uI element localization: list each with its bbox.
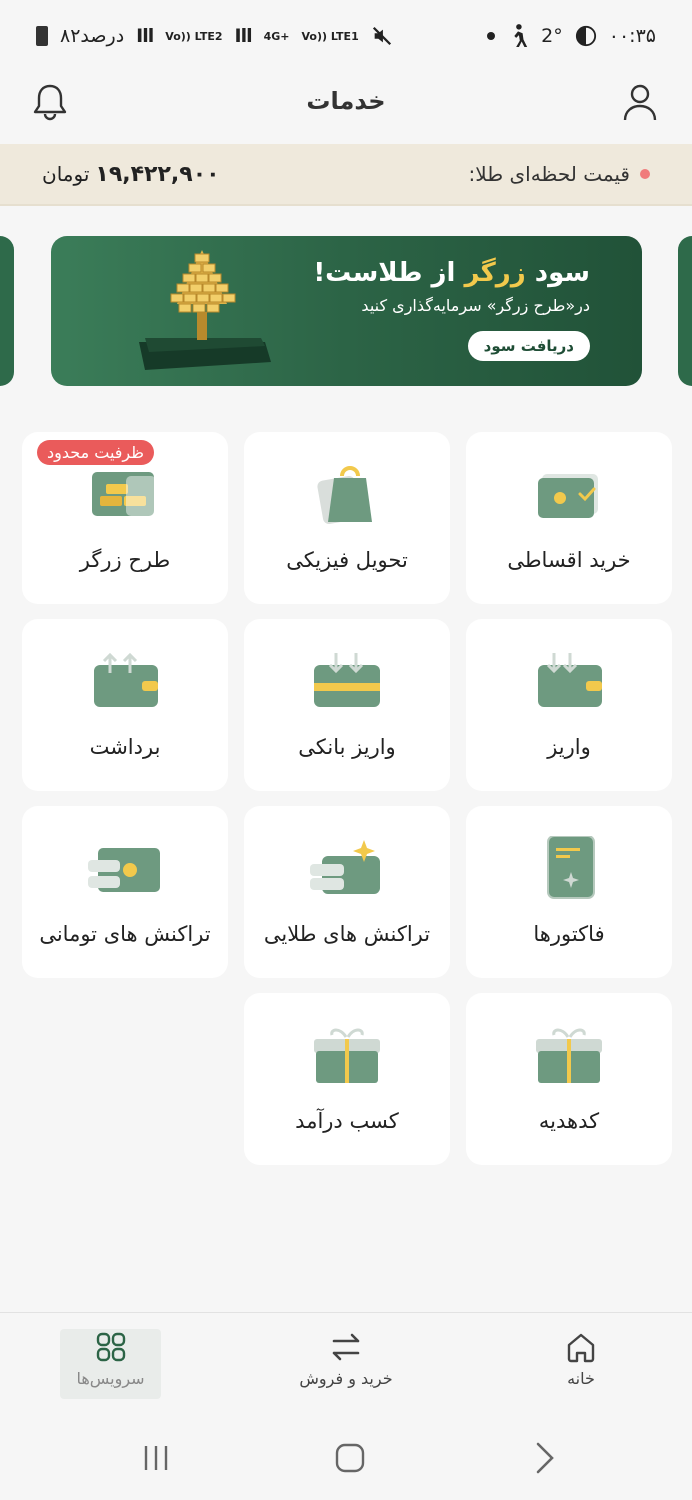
- service-label: کدهدیه: [538, 1109, 600, 1133]
- home-icon: [567, 1333, 595, 1363]
- grid-icon: [96, 1332, 125, 1362]
- service-toman-transactions[interactable]: تراکنش های تومانی: [22, 806, 228, 978]
- service-label: خرید اقساطی: [507, 548, 631, 572]
- banner-subtext: در«طرح زرگر» سرمایه‌گذاری کنید: [361, 296, 590, 315]
- installment-card-icon: [538, 474, 598, 518]
- service-withdraw[interactable]: برداشت: [22, 619, 228, 791]
- banner-prev-peek[interactable]: [0, 236, 14, 386]
- limited-capacity-badge: ظرفیت محدود: [37, 440, 154, 465]
- service-gold-transactions[interactable]: تراکنش های طلایی: [244, 806, 450, 978]
- shopping-bag-icon: [317, 466, 372, 525]
- bottom-navigation: خانه خرید و فروش سرویس‌ها: [0, 1312, 692, 1410]
- invoice-icon: [547, 836, 595, 899]
- toman-transactions-icon: [88, 848, 160, 892]
- service-label: برداشت: [89, 735, 161, 759]
- gold-price-unit: تومان: [42, 162, 90, 186]
- nav-services[interactable]: سرویس‌ها: [60, 1329, 161, 1399]
- clock: ۰۰:۳۵: [608, 25, 656, 47]
- service-label: تحویل فیزیکی: [286, 548, 408, 572]
- gold-price-value: ۱۹,۴۲۲,۹۰۰: [95, 161, 220, 187]
- promo-banner[interactable]: سود زرگر از طلاست! در«طرح زرگر» سرمایه‌گ…: [51, 236, 642, 386]
- signal-bars-icon: Ill: [136, 25, 154, 47]
- home-button-icon[interactable]: [330, 1440, 370, 1476]
- notification-dot-icon: [487, 32, 496, 40]
- live-indicator-icon: [640, 169, 650, 179]
- bank-card-deposit-icon: [314, 653, 380, 707]
- gold-price-label: قیمت لحظه‌ای طلا:: [468, 162, 630, 186]
- earn-income-icon: [314, 1028, 380, 1083]
- network-label: 4G+: [263, 29, 290, 43]
- gold-transactions-icon: [310, 840, 380, 894]
- weather-icon: [575, 25, 596, 47]
- walking-icon: [514, 24, 528, 47]
- service-label: تراکنش های تومانی: [39, 922, 211, 946]
- battery-icon: [36, 26, 48, 46]
- get-profit-button[interactable]: دریافت سود: [467, 331, 590, 361]
- service-physical-delivery[interactable]: تحویل فیزیکی: [244, 432, 450, 604]
- service-earn-income[interactable]: کسب درآمد: [244, 993, 450, 1165]
- system-navigation-bar: [0, 1410, 692, 1500]
- nav-label: خانه: [567, 1369, 595, 1388]
- page-title: خدمات: [306, 87, 386, 115]
- mute-icon: [372, 26, 391, 46]
- wallet-deposit-icon: [538, 653, 602, 707]
- nav-label: سرویس‌ها: [76, 1369, 145, 1388]
- banner-next-peek[interactable]: [678, 236, 692, 386]
- nav-label: خرید و فروش: [299, 1369, 393, 1388]
- temperature: 2°: [541, 25, 563, 47]
- profile-icon[interactable]: [618, 80, 662, 124]
- service-gift-code[interactable]: کدهدیه: [466, 993, 672, 1165]
- service-label: کسب درآمد: [295, 1109, 399, 1133]
- nav-home[interactable]: خانه: [526, 1329, 636, 1399]
- back-chevron-icon[interactable]: [524, 1440, 564, 1476]
- banner-headline: سود زرگر از طلاست!: [313, 258, 590, 288]
- gold-price-bar: قیمت لحظه‌ای طلا: ۱۹,۴۲۲,۹۰۰ تومان: [0, 144, 692, 206]
- signal-bars-icon: Ill: [234, 25, 253, 47]
- battery-text: ۸۲درصد: [60, 25, 125, 47]
- service-label: واریز بانکی: [298, 735, 396, 759]
- sim2-label: Vo)) LTE2: [165, 29, 223, 43]
- app-header: خدمات: [0, 58, 692, 144]
- service-installment-purchase[interactable]: خرید اقساطی: [466, 432, 672, 604]
- service-label: طرح زرگر: [79, 548, 171, 572]
- gold-pyramid-illustration: [139, 250, 271, 370]
- banner-headline-highlight: زرگر: [464, 258, 526, 288]
- service-label: فاکتورها: [533, 922, 605, 946]
- service-bank-deposit[interactable]: واریز بانکی: [244, 619, 450, 791]
- service-deposit[interactable]: واریز: [466, 619, 672, 791]
- service-label: واریز: [547, 735, 591, 759]
- service-invoices[interactable]: فاکتورها: [466, 806, 672, 978]
- swap-arrows-icon: [332, 1333, 360, 1361]
- gold-bars-icon: [92, 472, 156, 516]
- recent-apps-icon[interactable]: [136, 1440, 176, 1476]
- service-zargar-plan[interactable]: ظرفیت محدود طرح زرگر: [22, 432, 228, 604]
- service-label: تراکنش های طلایی: [263, 922, 431, 946]
- wallet-withdraw-icon: [94, 652, 158, 707]
- gift-code-icon: [536, 1028, 602, 1083]
- bell-icon[interactable]: [28, 80, 72, 124]
- nav-buy-sell[interactable]: خرید و فروش: [291, 1329, 401, 1399]
- sim1-label: Vo)) LTE1: [301, 29, 359, 43]
